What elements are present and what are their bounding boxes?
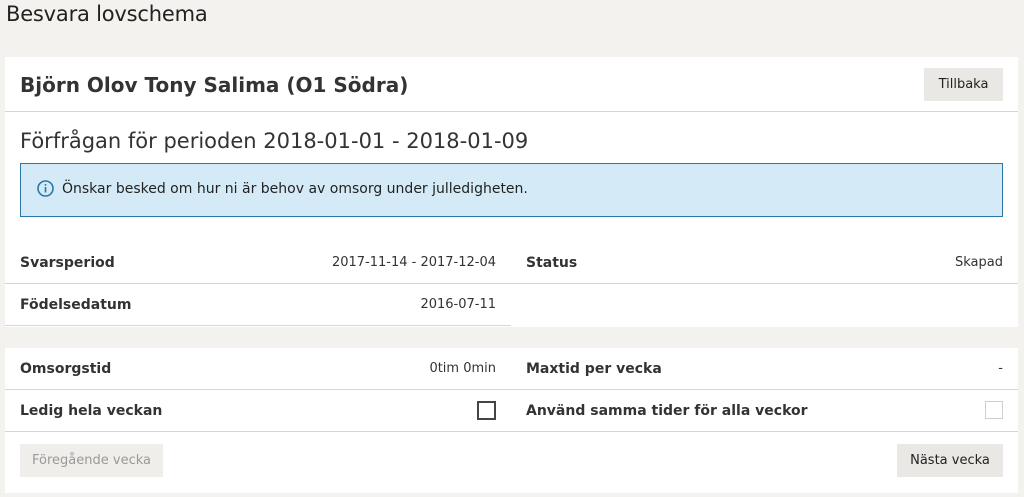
week-card: Omsorgstid 0tim 0min Maxtid per vecka - … — [5, 348, 1018, 493]
info-icon — [37, 180, 54, 197]
period-title: Förfrågan för perioden 2018-01-01 - 2018… — [20, 129, 529, 153]
svarsperiod-value: 2017-11-14 - 2017-12-04 — [331, 255, 496, 270]
info-text: Önskar besked om hur ni är behov av omso… — [62, 181, 528, 197]
omsorgstid-value: 0tim 0min — [429, 361, 496, 376]
maxtid-row: Maxtid per vecka - — [511, 348, 1018, 390]
info-message: Önskar besked om hur ni är behov av omso… — [20, 163, 1003, 217]
maxtid-label: Maxtid per vecka — [526, 361, 662, 377]
person-name: Björn Olov Tony Salima (O1 Södra) — [20, 73, 409, 97]
request-card: Björn Olov Tony Salima (O1 Södra) Tillba… — [5, 57, 1018, 327]
status-row-divider — [511, 283, 1018, 284]
page-title: Besvara lovschema — [6, 2, 208, 26]
back-button[interactable]: Tillbaka — [924, 68, 1003, 101]
fodelsedatum-value: 2016-07-11 — [420, 297, 496, 312]
next-week-button[interactable]: Nästa vecka — [897, 444, 1003, 477]
ledig-hela-veckan-checkbox[interactable] — [477, 401, 496, 420]
status-row: Status Skapad — [511, 242, 1018, 283]
svarsperiod-label: Svarsperiod — [20, 255, 115, 271]
status-label: Status — [526, 255, 578, 271]
ledig-label: Ledig hela veckan — [20, 403, 163, 419]
omsorgstid-row: Omsorgstid 0tim 0min — [5, 348, 511, 390]
previous-week-button[interactable]: Föregående vecka — [20, 444, 163, 477]
svarsperiod-row: Svarsperiod 2017-11-14 - 2017-12-04 — [5, 242, 511, 284]
fodelsedatum-row: Födelsedatum 2016-07-11 — [5, 284, 511, 326]
fodelsedatum-label: Födelsedatum — [20, 297, 132, 313]
samma-tider-row: Använd samma tider för alla veckor — [511, 390, 1018, 432]
omsorgstid-label: Omsorgstid — [20, 361, 112, 377]
samma-tider-checkbox[interactable] — [985, 401, 1003, 419]
status-value: Skapad — [955, 255, 1003, 270]
ledig-row: Ledig hela veckan — [5, 390, 511, 432]
maxtid-value: - — [998, 361, 1003, 376]
card-header: Björn Olov Tony Salima (O1 Södra) Tillba… — [5, 57, 1018, 112]
samma-tider-label: Använd samma tider för alla veckor — [526, 403, 808, 419]
